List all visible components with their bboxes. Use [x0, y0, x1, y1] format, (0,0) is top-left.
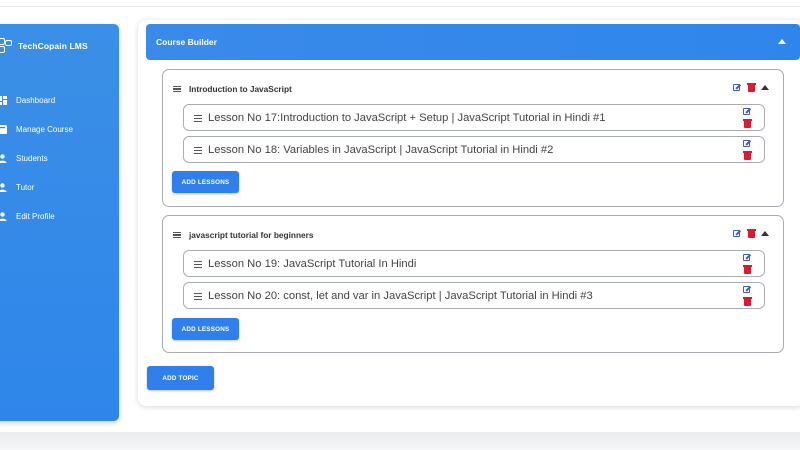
lesson-item[interactable]: Lesson No 19: JavaScript Tutorial In Hin…	[183, 250, 765, 277]
add-lessons-button[interactable]: ADD LESSONS	[172, 318, 239, 340]
topic-title: javascript tutorial for beginners	[189, 230, 314, 240]
drag-handle-icon[interactable]	[194, 293, 202, 300]
edit-icon[interactable]	[743, 253, 752, 262]
edit-icon[interactable]	[733, 83, 742, 92]
user-icon	[0, 154, 7, 164]
sidebar-item-label: Students	[16, 154, 48, 163]
sidebar-item-tutor[interactable]: Tutor	[0, 173, 119, 202]
lesson-title: Lesson No 17:Introduction to JavaScript …	[208, 112, 606, 124]
course-builder-header[interactable]: Course Builder	[146, 24, 800, 60]
edit-icon[interactable]	[743, 285, 752, 294]
top-divider	[0, 6, 800, 7]
sidebar-nav: Dashboard Manage Course Students Tutor E…	[0, 86, 119, 231]
dashboard-icon	[0, 96, 7, 106]
lesson-title: Lesson No 18: Variables in JavaScript | …	[208, 144, 554, 156]
sidebar-item-label: Edit Profile	[16, 212, 55, 221]
delete-icon[interactable]	[747, 229, 756, 238]
drag-handle-icon[interactable]	[173, 85, 181, 93]
sidebar: TechCopain LMS Dashboard Manage Course S…	[0, 24, 119, 421]
sidebar-item-label: Manage Course	[16, 125, 73, 134]
course-icon	[0, 125, 7, 135]
brand-name: TechCopain LMS	[18, 41, 88, 51]
bottom-shadow	[0, 432, 800, 450]
brand[interactable]: TechCopain LMS	[0, 38, 88, 54]
collapse-icon[interactable]	[761, 85, 769, 90]
lesson-title: Lesson No 19: JavaScript Tutorial In Hin…	[208, 258, 417, 270]
topic-title: Introduction to JavaScript	[189, 84, 292, 94]
user-icon	[0, 212, 7, 222]
lesson-item[interactable]: Lesson No 20: const, let and var in Java…	[183, 282, 765, 309]
sidebar-item-manage-course[interactable]: Manage Course	[0, 115, 119, 144]
user-icon	[0, 183, 7, 193]
logo-icon	[0, 38, 12, 54]
drag-handle-icon[interactable]	[173, 231, 181, 239]
delete-icon[interactable]	[743, 119, 752, 128]
page-title: Course Builder	[156, 37, 217, 47]
sidebar-item-label: Tutor	[16, 183, 35, 192]
drag-handle-icon[interactable]	[194, 147, 202, 154]
sidebar-item-edit-profile[interactable]: Edit Profile	[0, 202, 119, 231]
collapse-icon[interactable]	[761, 231, 769, 236]
collapse-icon[interactable]	[778, 39, 786, 44]
add-topic-button[interactable]: ADD TOPIC	[147, 366, 214, 390]
delete-icon[interactable]	[743, 265, 752, 274]
delete-icon[interactable]	[743, 151, 752, 160]
sidebar-item-students[interactable]: Students	[0, 144, 119, 173]
drag-handle-icon[interactable]	[194, 115, 202, 122]
drag-handle-icon[interactable]	[194, 261, 202, 268]
delete-icon[interactable]	[747, 83, 756, 92]
add-lessons-button[interactable]: ADD LESSONS	[172, 171, 239, 193]
edit-icon[interactable]	[743, 139, 752, 148]
sidebar-item-dashboard[interactable]: Dashboard	[0, 86, 119, 115]
edit-icon[interactable]	[743, 107, 752, 116]
topic-card: javascript tutorial for beginners Lesson…	[162, 215, 784, 353]
lesson-item[interactable]: Lesson No 18: Variables in JavaScript | …	[183, 136, 765, 163]
lesson-title: Lesson No 20: const, let and var in Java…	[208, 290, 593, 302]
topic-card: Introduction to JavaScript Lesson No 17:…	[162, 69, 784, 207]
delete-icon[interactable]	[743, 297, 752, 306]
sidebar-item-label: Dashboard	[16, 96, 56, 105]
lesson-item[interactable]: Lesson No 17:Introduction to JavaScript …	[183, 104, 765, 131]
edit-icon[interactable]	[733, 229, 742, 238]
